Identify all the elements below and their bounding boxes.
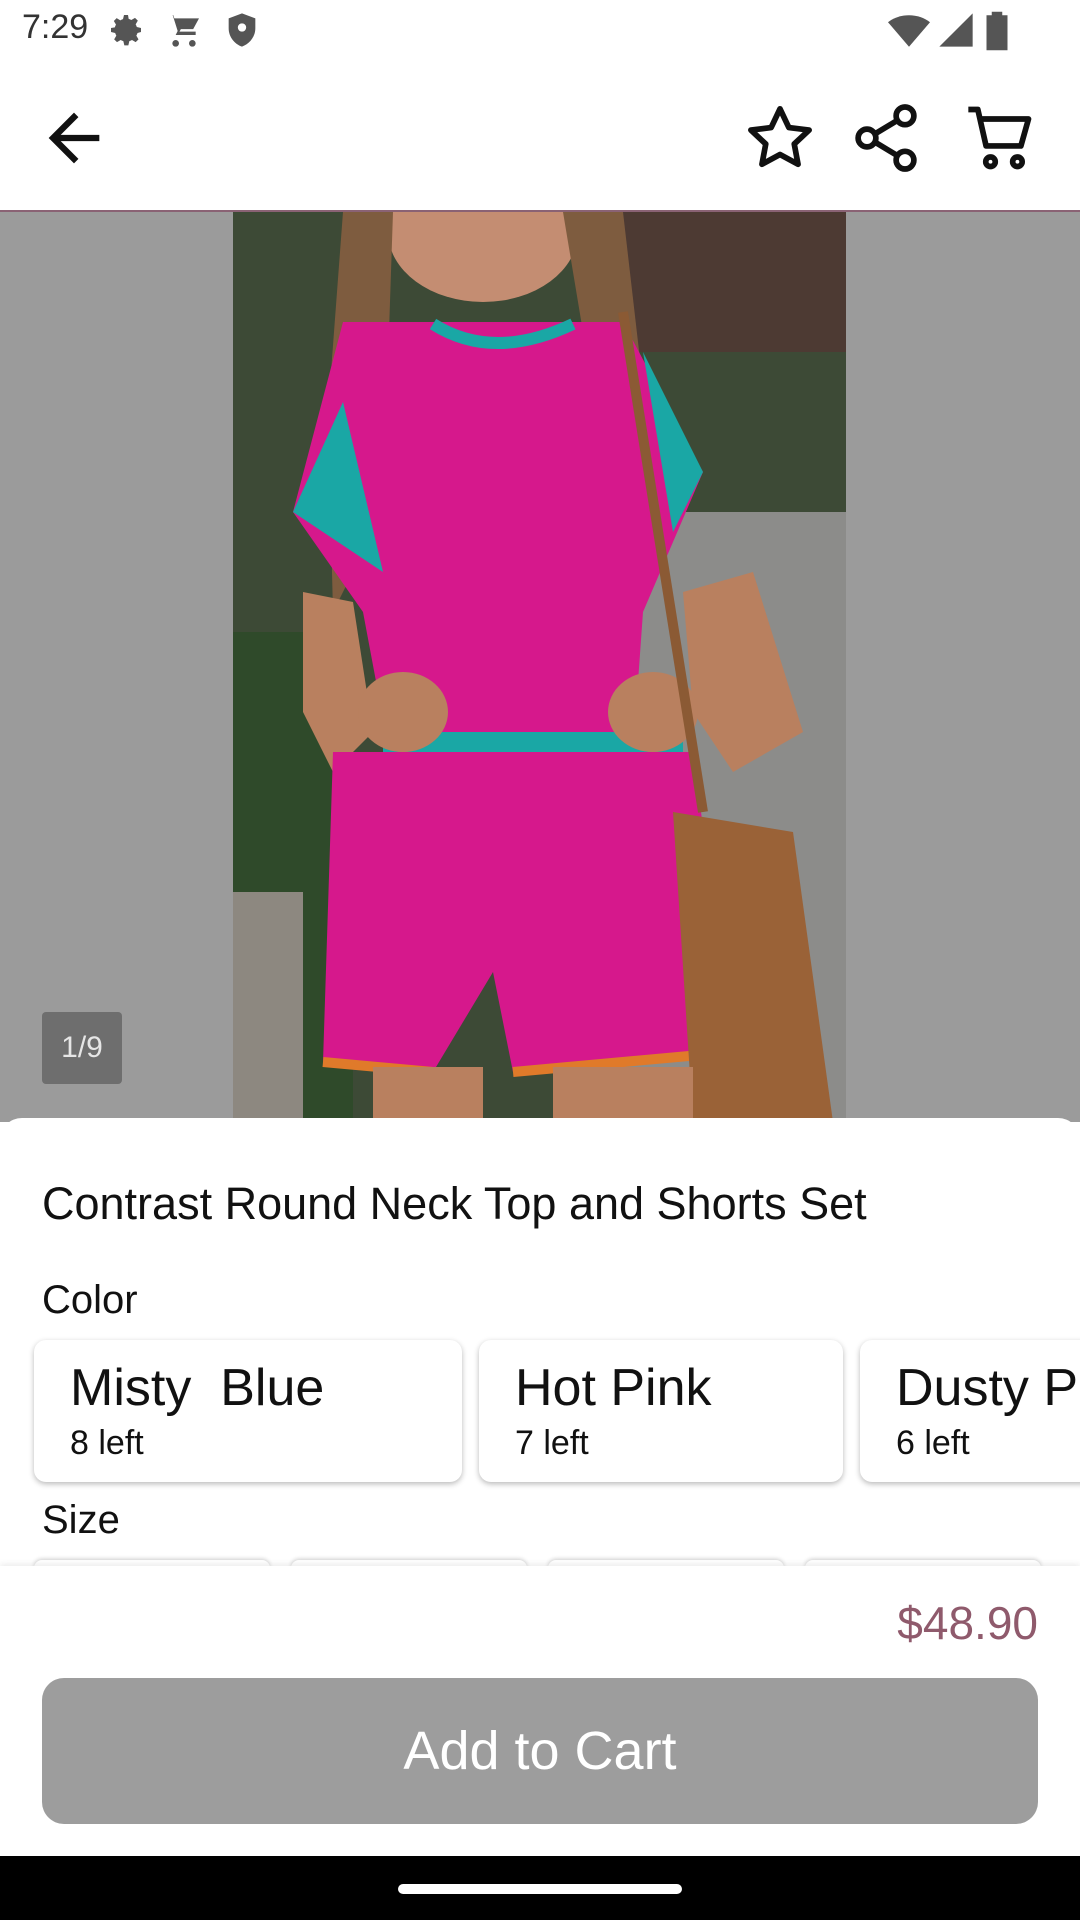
- share-icon[interactable]: [848, 100, 924, 176]
- color-option-stock: 8 left: [70, 1424, 144, 1462]
- top-app-bar: [0, 64, 1080, 212]
- status-time: 7:29: [22, 8, 89, 46]
- image-counter: 1/9: [42, 1012, 122, 1084]
- product-image-gallery[interactable]: 1/9: [0, 212, 1080, 1122]
- product-details-sheet: Contrast Round Neck Top and Shorts Set C…: [0, 1118, 1080, 1568]
- cart-icon[interactable]: [962, 100, 1038, 176]
- home-gesture-handle[interactable]: [398, 1884, 682, 1894]
- product-photo: [233, 212, 846, 1122]
- system-navigation-bar: [0, 1856, 1080, 1920]
- cart-icon: [164, 10, 204, 55]
- gear-icon: [106, 10, 146, 55]
- color-option-name: Misty Blue: [70, 1359, 325, 1417]
- color-option-name: Dusty P: [896, 1359, 1079, 1417]
- product-price: $48.90: [897, 1597, 1038, 1649]
- product-title: Contrast Round Neck Top and Shorts Set: [42, 1178, 867, 1229]
- color-option-dusty-pink[interactable]: Dusty P 6 left: [860, 1340, 1080, 1482]
- shield-icon: [222, 10, 262, 55]
- status-bar: 7:29: [0, 0, 1080, 64]
- signal-icon: [936, 10, 976, 55]
- purchase-footer: $48.90 Add to Cart: [0, 1566, 1080, 1856]
- back-arrow-icon[interactable]: [36, 100, 112, 176]
- battery-icon: [982, 10, 1012, 57]
- size-label: Size: [42, 1498, 120, 1542]
- color-option-misty-blue[interactable]: Misty Blue 8 left: [34, 1340, 462, 1482]
- star-icon[interactable]: [742, 100, 818, 176]
- color-option-stock: 7 left: [515, 1424, 589, 1462]
- color-option-name: Hot Pink: [515, 1359, 712, 1417]
- color-option-hot-pink[interactable]: Hot Pink 7 left: [479, 1340, 843, 1482]
- wifi-icon: [888, 10, 930, 57]
- color-label: Color: [42, 1278, 138, 1322]
- add-to-cart-button[interactable]: Add to Cart: [42, 1678, 1038, 1824]
- color-option-stock: 6 left: [896, 1424, 970, 1462]
